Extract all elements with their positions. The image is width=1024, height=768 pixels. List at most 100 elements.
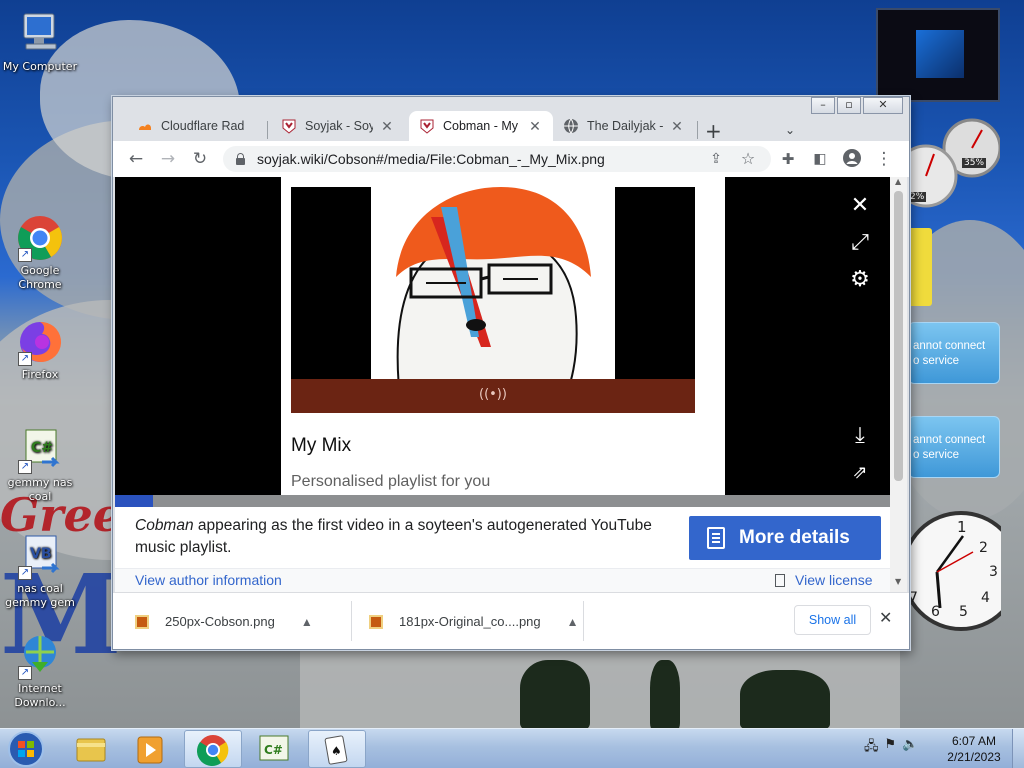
mix-radio-icon: ((•)) — [479, 387, 507, 402]
desktop-icon-label: Internet Downlo... — [14, 682, 66, 709]
download-item[interactable]: 181px-Original_co....png ▲ — [369, 593, 579, 650]
system-tray: 🖧 ⚑ 🔈 — [864, 737, 918, 759]
notification-text: annot connect o service — [913, 434, 986, 461]
more-details-button[interactable]: More details — [689, 516, 881, 560]
desktop-icon-label: Google Chrome — [18, 264, 62, 291]
svg-text:C#: C# — [31, 440, 53, 456]
document-icon — [707, 527, 725, 549]
desktop-icon-label: Firefox — [21, 368, 59, 381]
kebab-menu-icon[interactable]: ⋮ — [873, 149, 895, 169]
taskbar-csharp-project[interactable]: C# — [246, 730, 304, 768]
svg-text:4: 4 — [981, 590, 990, 606]
shortcut-arrow-icon: ↗ — [18, 460, 32, 474]
slideshow-gadget[interactable] — [876, 8, 1000, 102]
notification-gadget[interactable]: annot connect o service — [908, 322, 1000, 384]
taskbar-file-explorer[interactable] — [62, 730, 120, 768]
action-center-flag-icon[interactable]: ⚑ — [885, 737, 897, 759]
tab-cloudflare-radar[interactable]: Cloudflare Rad — [127, 111, 267, 141]
memory-meter-value: 2% — [908, 192, 927, 202]
sticky-gadget[interactable] — [908, 228, 932, 306]
desktop-icon-internet-download-manager[interactable]: ↗ Internet Downlo... — [0, 632, 80, 710]
file-explorer-icon — [76, 738, 106, 762]
license-icon — [775, 574, 785, 587]
desktop-icon-label: gemmy nas coal — [7, 476, 73, 503]
chevron-up-icon[interactable]: ▲ — [301, 615, 313, 629]
close-tab-icon[interactable]: ✕ — [379, 118, 395, 135]
desktop-icon-nas-coal-gemmy-gem[interactable]: VB ↗ nas coal gemmy gem — [0, 532, 80, 610]
image-caption: Cobman appearing as the first video in a… — [135, 515, 675, 559]
notification-gadget[interactable]: annot connect o service — [908, 416, 1000, 478]
reload-icon[interactable]: ↻ — [189, 149, 211, 169]
settings-gear-icon[interactable]: ⚙ — [849, 269, 871, 291]
firefox-icon: ↗ — [16, 318, 64, 366]
clock-gadget[interactable]: 123 456 7 — [901, 508, 1021, 634]
viewer-progress-bar[interactable] — [115, 495, 890, 507]
download-icon[interactable]: ⤓ — [849, 425, 871, 447]
show-desktop-button[interactable] — [1012, 729, 1024, 768]
volume-speaker-icon[interactable]: 🔈 — [902, 737, 918, 759]
mix-subtitle: Personalised playlist for you — [291, 473, 491, 490]
svg-text:3: 3 — [989, 564, 998, 580]
chevron-up-icon[interactable]: ▲ — [567, 615, 579, 629]
desktop-icon-firefox[interactable]: ↗ Firefox — [0, 318, 80, 382]
web-page-content: ((•)) My Mix Personalised playlist for y… — [115, 177, 907, 592]
shortcut-arrow-icon: ↗ — [18, 666, 32, 680]
taskbar-google-chrome[interactable] — [184, 730, 242, 768]
show-all-downloads-button[interactable]: Show all — [794, 605, 871, 635]
more-details-label: More details — [739, 527, 850, 548]
close-viewer-icon[interactable]: ✕ — [849, 195, 871, 217]
media-image[interactable]: ((•)) My Mix Personalised playlist for y… — [281, 177, 725, 507]
shortcut-arrow-icon: ↗ — [18, 248, 32, 262]
lock-icon — [235, 153, 245, 165]
fullscreen-icon[interactable]: ⤢ — [849, 232, 871, 254]
taskbar-clock[interactable]: 6:07 AM 2/21/2023 — [940, 733, 1008, 765]
shortcut-arrow-icon: ↗ — [18, 352, 32, 366]
soyjak-wiki-icon — [281, 118, 297, 134]
view-author-link[interactable]: View author information — [135, 572, 282, 588]
video-thumbnail: ((•)) — [291, 187, 695, 413]
back-arrow-icon[interactable]: ← — [125, 149, 147, 169]
view-license-link[interactable]: View license — [795, 572, 873, 588]
media-player-icon — [137, 736, 163, 764]
windows-logo-icon — [916, 30, 964, 78]
cpu-meter-gadget[interactable]: 35% 2% — [894, 118, 1002, 212]
close-tab-icon[interactable]: ✕ — [527, 118, 543, 135]
scroll-down-arrow-icon[interactable]: ▼ — [895, 577, 901, 586]
taskbar-media-player[interactable] — [122, 730, 180, 768]
desktop-icon-gemmy-nas-coal[interactable]: C# ↗ gemmy nas coal — [0, 426, 80, 504]
desktop-icon-my-computer[interactable]: My Computer — [0, 10, 80, 74]
scroll-up-arrow-icon[interactable]: ▲ — [895, 177, 901, 186]
tab-soyjak[interactable]: Soyjak - Soyja ✕ — [271, 111, 405, 141]
new-tab-button[interactable]: + — [705, 121, 722, 141]
tab-the-dailyjak[interactable]: The Dailyjak - ✕ — [553, 111, 695, 141]
download-item[interactable]: 250px-Cobson.png ▲ — [135, 593, 313, 650]
address-bar[interactable]: soyjak.wiki/Cobson#/media/File:Cobman_-_… — [223, 146, 771, 172]
cpu-meter-value: 35% — [962, 158, 987, 168]
bookmark-star-icon[interactable]: ☆ — [737, 149, 759, 169]
tab-title: Cobman - My — [443, 119, 519, 133]
url-text: soyjak.wiki/Cobson#/media/File:Cobman_-_… — [257, 151, 605, 167]
side-panel-icon[interactable]: ◧ — [809, 149, 831, 169]
desktop-icon-label: My Computer — [2, 60, 78, 73]
tab-strip: Cloudflare Rad Soyjak - Soyja ✕ Cobman -… — [113, 107, 909, 141]
scrollbar-thumb[interactable] — [894, 191, 903, 481]
tab-title: Cloudflare Rad — [161, 119, 245, 133]
page-scrollbar[interactable]: ▲ ▼ — [890, 177, 907, 592]
chrome-browser-window: – ▫ ✕ Cloudflare Rad Soyjak - Soyja ✕ Co… — [112, 96, 910, 650]
close-download-shelf-icon[interactable]: ✕ — [879, 608, 892, 627]
extensions-puzzle-icon[interactable]: ✚ — [777, 149, 799, 169]
desktop-icon-google-chrome[interactable]: ↗ Google Chrome — [0, 214, 80, 292]
forward-arrow-icon[interactable]: → — [157, 149, 179, 169]
share-icon[interactable]: ⇪ — [705, 149, 727, 169]
csharp-project-icon: C# ↗ — [16, 426, 64, 474]
tab-cobman-my-mix[interactable]: Cobman - My ✕ — [409, 111, 553, 141]
profile-avatar-icon[interactable] — [841, 149, 863, 169]
taskbar: C# ♠ 🖧 ⚑ 🔈 6:07 AM 2/21/2023 — [0, 728, 1024, 768]
tab-title: Soyjak - Soyja — [305, 119, 373, 133]
network-icon[interactable]: 🖧 — [864, 737, 879, 759]
tab-search-chevron-icon[interactable]: ⌄ — [785, 123, 795, 137]
share-icon[interactable]: ⇗ — [849, 462, 871, 484]
taskbar-solitaire[interactable]: ♠ — [308, 730, 366, 768]
start-button[interactable] — [4, 730, 48, 768]
close-tab-icon[interactable]: ✕ — [669, 118, 685, 135]
